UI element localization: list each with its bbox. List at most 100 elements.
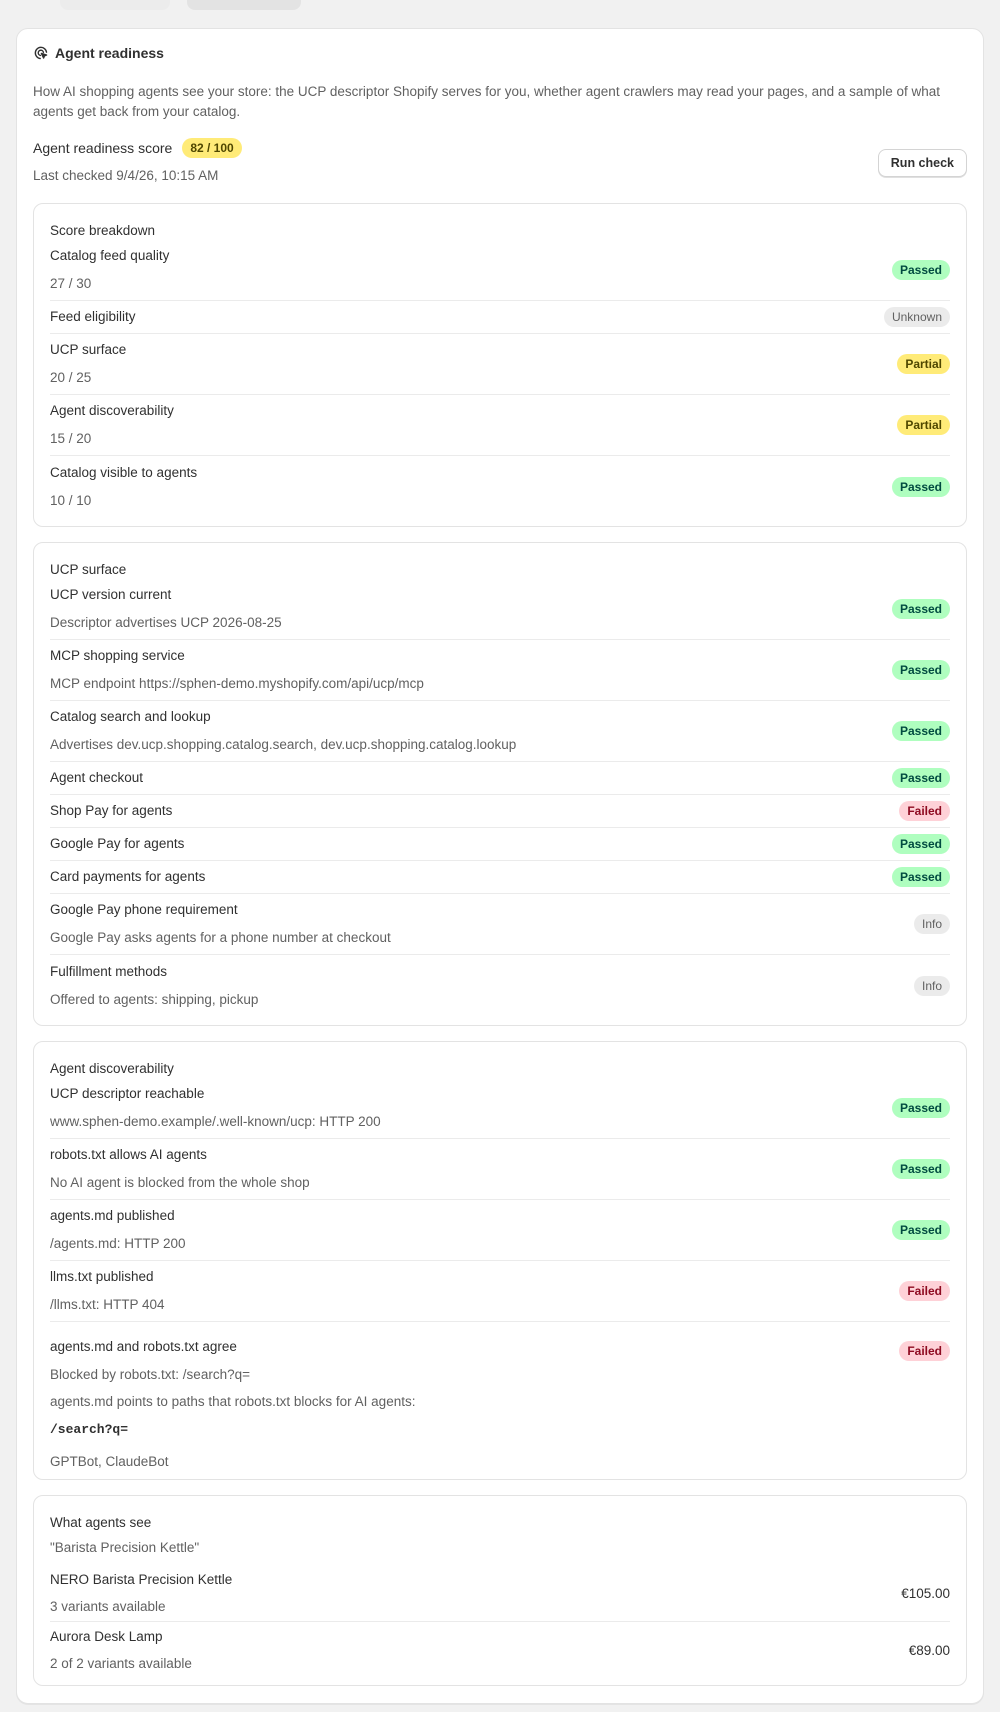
item-name: Google Pay phone requirement [50, 902, 238, 917]
list-item: Google Pay phone requirement Google Pay a… [50, 894, 950, 955]
product-name: NERO Barista Precision Kettle [50, 1572, 233, 1587]
status-badge: Passed [891, 834, 950, 854]
list-item: MCP shopping service MCP endpoint https:/… [50, 640, 950, 701]
item-name: agents.md and robots.txt agree [50, 1339, 237, 1354]
score-breakdown-section: Score breakdown Catalog feed quality 27 /… [33, 203, 967, 527]
top-tab-strip [0, 0, 1000, 10]
agent-readiness-card: Agent readiness How AI shopping agents s… [16, 28, 984, 1704]
status-badge: Passed [891, 260, 950, 280]
item-name: robots.txt allows AI agents [50, 1147, 207, 1162]
status-badge: Passed [891, 1159, 950, 1179]
item-detail: /agents.md: HTTP 200 [50, 1236, 186, 1251]
card-header: Agent readiness [33, 45, 164, 61]
section-title: What agents see [50, 1515, 152, 1530]
card-title: Agent readiness [55, 45, 164, 61]
item-detail: /llms.txt: HTTP 404 [50, 1297, 165, 1312]
list-item: UCP surface 20 / 25 Partial [50, 334, 950, 395]
list-item: Agent discoverability 15 / 20 Partial [50, 395, 950, 456]
section-title: UCP surface [50, 562, 127, 577]
readiness-score-row: Agent readiness score 82 / 100 [33, 138, 242, 158]
product-result: NERO Barista Precision Kettle 3 variants … [50, 1566, 950, 1622]
status-badge: Passed [891, 721, 950, 741]
item-name: MCP shopping service [50, 648, 185, 663]
item-name: Agent discoverability [50, 403, 174, 418]
list-item: Catalog visible to agents 10 / 10 Passed [50, 456, 950, 517]
item-name: Card payments for agents [50, 869, 206, 884]
list-item: Catalog feed quality 27 / 30 Passed [50, 240, 950, 301]
list-item: UCP version current Descriptor advertises… [50, 579, 950, 640]
status-badge: Partial [897, 354, 950, 374]
status-badge: Failed [899, 1341, 950, 1361]
list-item: Google Pay for agents Passed [50, 828, 950, 861]
list-item: llms.txt published/llms.txt: HTTP 404 Fa… [50, 1261, 950, 1322]
agent-radar-icon [33, 45, 49, 61]
what-agents-see-section: What agents see "Barista Precision Kettl… [33, 1495, 967, 1686]
status-badge: Passed [891, 867, 950, 887]
list-item: agents.md and robots.txt agree Failed Bl… [50, 1322, 950, 1481]
item-detail: www.sphen-demo.example/.well-known/ucp: … [50, 1114, 381, 1129]
status-badge: Passed [891, 599, 950, 619]
item-name: UCP version current [50, 587, 172, 602]
list-item: Card payments for agents Passed [50, 861, 950, 894]
item-name: llms.txt published [50, 1269, 154, 1284]
last-checked-text: Last checked 9/4/26, 10:15 AM [33, 168, 219, 183]
item-detail: Google Pay asks agents for a phone numbe… [50, 930, 391, 945]
list-item: Catalog search and lookup Advertises dev.… [50, 701, 950, 762]
tab-active[interactable] [187, 0, 301, 10]
status-badge: Failed [899, 801, 950, 821]
list-item: robots.txt allows AI agents No AI agent i… [50, 1139, 950, 1200]
product-result: Aurora Desk Lamp 2 of 2 variants availabl… [50, 1622, 950, 1678]
list-item: Shop Pay for agents Failed [50, 795, 950, 828]
item-name: Shop Pay for agents [50, 803, 173, 818]
item-name: agents.md published [50, 1208, 175, 1223]
list-item: Feed eligibility Unknown [50, 301, 950, 334]
status-badge: Passed [891, 476, 950, 497]
product-price: €105.00 [901, 1586, 950, 1601]
item-detail: MCP endpoint https://sphen-demo.myshopif… [50, 676, 424, 691]
product-name: Aurora Desk Lamp [50, 1628, 163, 1644]
list-item: agents.md published/agents.md: HTTP 200 … [50, 1200, 950, 1261]
item-name: Catalog visible to agents [50, 464, 198, 480]
section-title: Score breakdown [50, 223, 156, 238]
item-name: UCP surface [50, 342, 127, 357]
item-detail: Advertises dev.ucp.shopping.catalog.sear… [50, 737, 517, 752]
item-detail: Descriptor advertises UCP 2026-08-25 [50, 615, 282, 630]
ucp-surface-section: UCP surface UCP version current Descripto… [33, 542, 967, 1026]
section-title: Agent discoverability [50, 1061, 174, 1076]
status-badge: Passed [891, 768, 950, 788]
item-name: Google Pay for agents [50, 836, 185, 851]
item-detail: No AI agent is blocked from the whole sh… [50, 1175, 310, 1190]
item-detail: 10 / 10 [50, 492, 92, 508]
product-price: €89.00 [908, 1642, 950, 1658]
score-label: Agent readiness score [33, 140, 173, 156]
product-variants: 2 of 2 variants available [50, 1655, 192, 1671]
sample-query: "Barista Precision Kettle" [50, 1540, 200, 1555]
conflict-path: /search?q= [50, 1422, 129, 1437]
item-detail: 27 / 30 [50, 276, 92, 291]
status-badge: Passed [891, 1098, 950, 1118]
item-name: Fulfillment methods [50, 963, 168, 979]
list-item: UCP descriptor reachable www.sphen-demo.e… [50, 1078, 950, 1139]
item-name: Feed eligibility [50, 309, 136, 324]
list-item: Agent checkout Passed [50, 762, 950, 795]
conflict-explanation: agents.md points to paths that robots.tx… [50, 1394, 416, 1409]
product-variants: 3 variants available [50, 1599, 166, 1614]
status-badge: Passed [891, 1220, 950, 1240]
tab-previous[interactable] [60, 0, 170, 10]
list-item: Fulfillment methods Offered to agents: sh… [50, 955, 950, 1016]
status-badge: Info [913, 975, 950, 996]
card-description: How AI shopping agents see your store: t… [33, 84, 940, 119]
item-name: Agent checkout [50, 770, 144, 785]
item-name: Catalog feed quality [50, 248, 170, 263]
item-name: UCP descriptor reachable [50, 1086, 205, 1101]
blocked-agents-text: GPTBot, ClaudeBot [50, 1454, 169, 1469]
run-check-button[interactable]: Run check [877, 149, 967, 177]
item-detail: Offered to agents: shipping, pickup [50, 991, 259, 1007]
item-detail: 15 / 20 [50, 431, 92, 446]
agent-discoverability-section: Agent discoverability UCP descriptor rea… [33, 1041, 967, 1480]
item-detail: 20 / 25 [50, 370, 92, 385]
status-badge: Failed [899, 1281, 950, 1301]
score-badge: 82 / 100 [182, 138, 242, 158]
item-name: Catalog search and lookup [50, 709, 211, 724]
blocked-paths-text: Blocked by robots.txt: /search?q= [50, 1367, 250, 1382]
